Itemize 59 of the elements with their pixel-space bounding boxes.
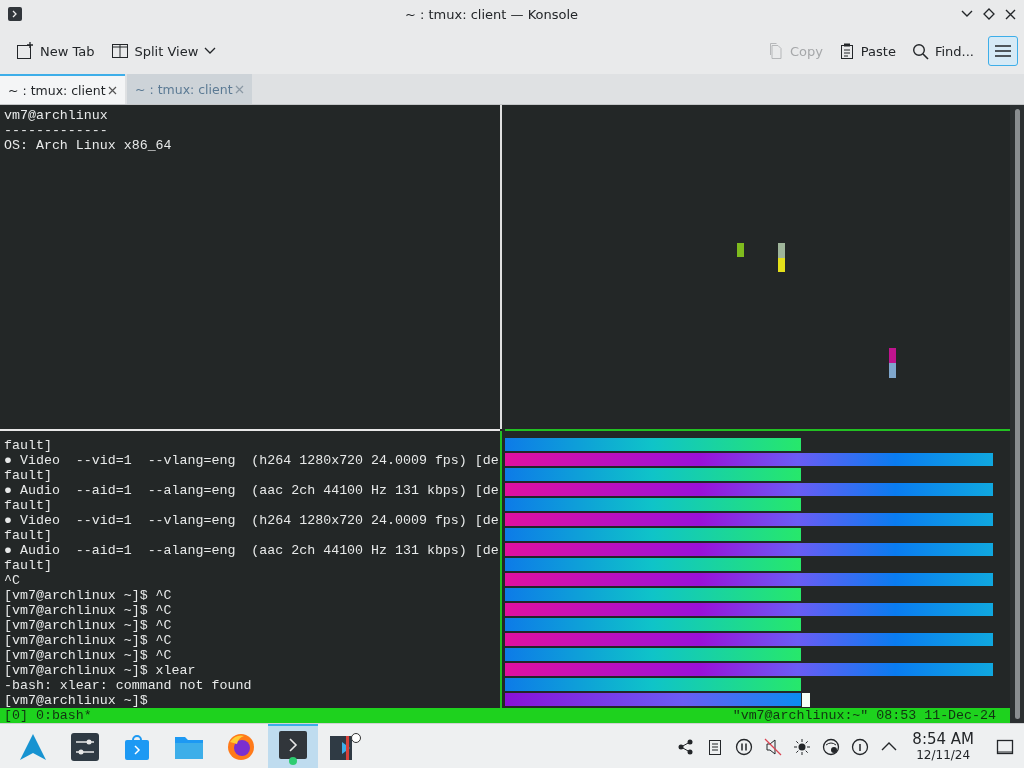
split-view-icon — [110, 42, 129, 60]
copy-icon — [767, 42, 784, 60]
terminal-line: ^C — [4, 573, 20, 588]
terminal-line: vm7@archlinux — [4, 108, 108, 123]
terminal-line: [vm7@archlinux ~]$ xlear — [4, 663, 196, 678]
terminal-line: ------------- — [4, 123, 108, 138]
arch-icon — [19, 732, 47, 761]
terminal-line: fault] — [4, 498, 52, 513]
terminal-line: [vm7@archlinux ~]$ ^C — [4, 633, 172, 648]
minimize-icon[interactable] — [961, 10, 973, 18]
window-title: ~ : tmux: client — Konsole — [403, 6, 580, 22]
terminal-line: fault] — [4, 528, 52, 543]
pause-icon[interactable] — [735, 737, 754, 756]
sliders-icon — [71, 732, 99, 761]
terminal-line: [vm7@archlinux ~]$ ^C — [4, 588, 172, 603]
terminal-icon — [8, 7, 22, 21]
media-player-icon — [329, 731, 361, 762]
terminal-line: [vm7@archlinux ~]$ — [4, 693, 148, 708]
scrollbar-thumb[interactable] — [1014, 109, 1020, 719]
status-right-text: "vm7@archlinux:~" 08:53 11-Dec-24 — [732, 708, 996, 723]
split-view-button[interactable]: Split View — [104, 37, 223, 65]
terminal-icon — [279, 730, 307, 765]
terminal-line: ● Video --vid=1 --vlang=eng (h264 1280x720 24.0009 fps) [de — [4, 453, 499, 468]
network-icon[interactable] — [822, 737, 841, 756]
terminal-line: [vm7@archlinux ~]$ ^C — [4, 648, 172, 663]
status-left-text: [0] 0:bash* — [4, 708, 92, 723]
terminal-line: ● Audio --aid=1 --alang=eng (aac 2ch 44100 Hz 131 kbps) [de — [4, 483, 499, 498]
terminal-line: [vm7@archlinux ~]$ ^C — [4, 618, 172, 633]
terminal-line: [vm7@archlinux ~]$ ^C — [4, 603, 172, 618]
shopping-bag-icon — [124, 732, 150, 761]
tab[interactable]: ~ : tmux: client — [0, 74, 125, 104]
terminal-line: fault] — [4, 438, 52, 453]
terminal-line: OS: Arch Linux x86_64 — [4, 138, 172, 153]
gauge-icon[interactable] — [851, 737, 870, 756]
chevron-down-icon — [204, 47, 217, 55]
clock-time[interactable]: 8:54 AM — [912, 730, 974, 747]
muted-speaker-icon[interactable] — [764, 737, 783, 756]
browser-icon — [226, 731, 256, 762]
close-icon[interactable] — [108, 85, 117, 95]
find-button[interactable]: Find... — [905, 37, 980, 65]
clock-date[interactable]: 12/11/24 — [916, 746, 971, 763]
terminal-line: ● Audio --aid=1 --alang=eng (aac 2ch 44100 Hz 131 kbps) [de — [4, 543, 499, 558]
menu-icon — [995, 44, 1011, 58]
terminal-line: fault] — [4, 558, 52, 573]
menu-button[interactable] — [988, 36, 1018, 66]
maximize-icon[interactable] — [983, 8, 995, 20]
brightness-icon[interactable] — [793, 737, 812, 756]
paste-button[interactable]: Paste — [832, 37, 902, 65]
terminal-line: -bash: xlear: command not found — [4, 678, 252, 693]
search-icon — [911, 42, 929, 60]
terminal-line: ● Video --vid=1 --vlang=eng (h264 1280x720 24.0009 fps) [de — [4, 513, 499, 528]
terminal-line: fault] — [4, 468, 52, 483]
show-desktop-icon[interactable] — [996, 737, 1014, 756]
clipboard-icon — [838, 42, 855, 60]
new-tab-button[interactable]: New Tab — [10, 37, 101, 65]
scrollbar[interactable] — [1010, 105, 1024, 723]
new-tab-icon — [16, 42, 34, 60]
close-icon[interactable] — [1005, 8, 1016, 20]
taskbar-app[interactable] — [268, 724, 318, 768]
